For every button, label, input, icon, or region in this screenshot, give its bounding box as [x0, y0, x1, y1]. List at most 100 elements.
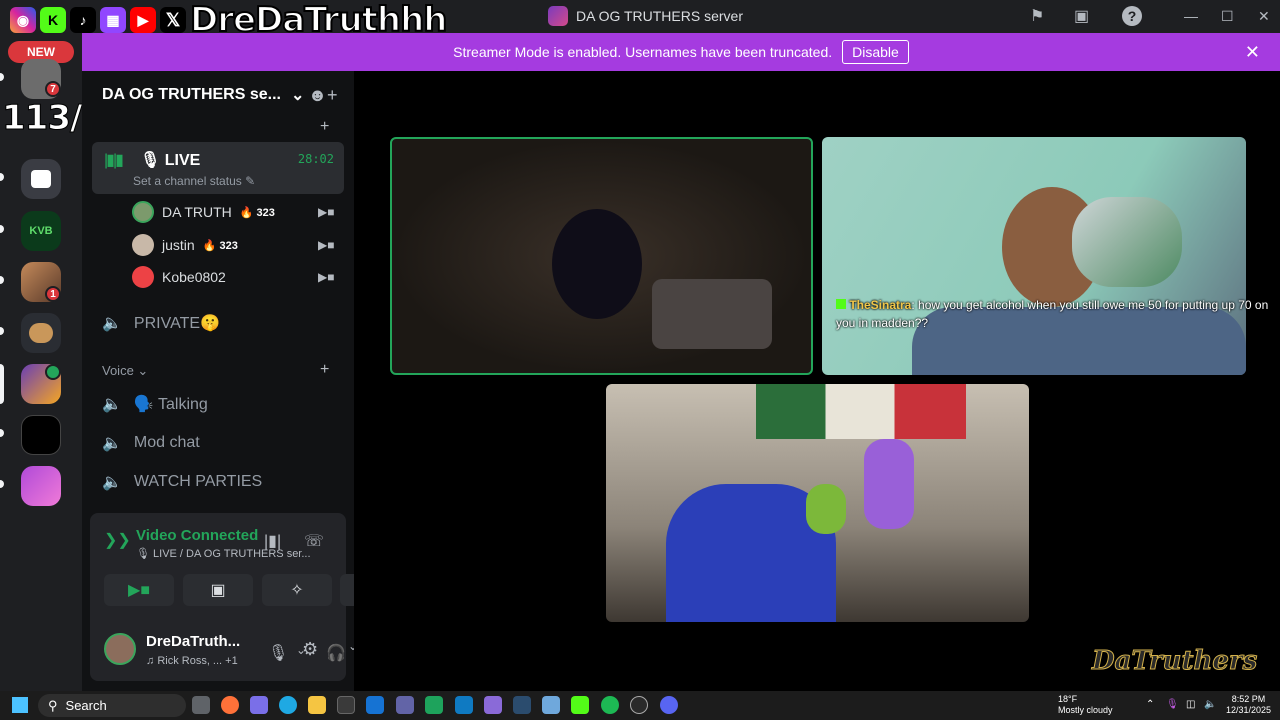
notes-icon[interactable]	[484, 696, 502, 714]
copilot-icon[interactable]	[250, 696, 268, 714]
server-name-header[interactable]: DA OG TRUTHERS se... ⌄	[102, 85, 304, 105]
activities-button[interactable]: ✧	[262, 574, 332, 606]
add-channel-icon[interactable]: +	[320, 118, 329, 136]
video-badge	[45, 364, 61, 380]
kick-app-icon[interactable]	[571, 696, 589, 714]
server-icon-5[interactable]	[21, 313, 61, 353]
selected-pip	[0, 364, 4, 404]
member-name: DA TRUTH	[162, 204, 232, 220]
photos-icon[interactable]	[542, 696, 560, 714]
twitch-icon: ▦	[100, 7, 126, 33]
spotify-icon[interactable]	[601, 696, 619, 714]
signal-icon[interactable]: ❯❯	[104, 530, 131, 554]
streamer-mode-banner: Streamer Mode is enabled. Usernames have…	[82, 33, 1280, 71]
app-icon[interactable]	[513, 696, 531, 714]
channel-talking[interactable]: 🔈 🗣️ Talking	[102, 394, 208, 414]
clock-time: 8:52 PM	[1231, 694, 1266, 704]
voice-category[interactable]: Voice ⌄	[102, 363, 148, 379]
microphone-icon[interactable]: 🎙	[268, 643, 288, 663]
unread-pip	[0, 173, 4, 181]
x-icon: 𝕏	[160, 7, 186, 33]
invite-people-icon[interactable]: ☻+	[308, 85, 337, 106]
teams-icon[interactable]	[396, 696, 414, 714]
avatar	[132, 234, 154, 256]
server-icon-phantoms[interactable]	[21, 415, 61, 455]
task-view-icon[interactable]	[192, 696, 210, 714]
close-icon[interactable]: ✕	[1245, 42, 1260, 63]
bed-shape	[652, 279, 772, 349]
streak-badge: 🔥 323	[202, 239, 238, 252]
tray-chevron-icon[interactable]: ⌃	[1146, 699, 1154, 710]
weather-widget[interactable]: 18°F Mostly cloudy	[1058, 694, 1113, 716]
unread-pip	[0, 73, 4, 81]
taskbar-search[interactable]: ⚲ Search	[38, 694, 186, 717]
video-tile-3[interactable]	[606, 384, 1029, 622]
channel-mod-chat[interactable]: 🔈 Mod chat	[102, 433, 200, 453]
maximize-icon[interactable]: ☐	[1221, 8, 1234, 25]
inbox-icon[interactable]: ▣	[1074, 6, 1089, 26]
app-icon[interactable]	[455, 696, 473, 714]
file-explorer-icon[interactable]	[308, 696, 326, 714]
set-status[interactable]: Set a channel status ✎	[133, 174, 255, 188]
user-avatar[interactable]	[104, 633, 136, 665]
screen-share-button[interactable]: ▣	[183, 574, 253, 606]
windows-taskbar: ⚲ Search 18°F Mostly cloudy ⌃ 🎙 ◫ 🔈 8:52…	[0, 691, 1280, 720]
plush-shape	[806, 484, 846, 534]
channel-name: WATCH PARTIES	[133, 473, 263, 490]
connection-channel: 🎙 LIVE / DA OG TRUTHERS ser...	[136, 548, 311, 560]
flag-icon[interactable]: ⚑	[1030, 6, 1044, 26]
close-window-icon[interactable]: ✕	[1258, 8, 1270, 25]
firefox-icon[interactable]	[221, 696, 239, 714]
taskbar-clock[interactable]: 8:52 PM 12/31/2025	[1226, 694, 1271, 716]
speaker-icon: 🔈	[102, 474, 122, 491]
window-title-text: DA OG TRUTHERS server	[576, 8, 743, 24]
discord-avatar-icon	[132, 266, 154, 288]
server-icon-dice[interactable]	[21, 159, 61, 199]
channel-private[interactable]: 🔈 PRIVATE🤫	[102, 313, 220, 333]
network-icon[interactable]: ◫	[1186, 699, 1195, 710]
channel-name: PRIVATE🤫	[133, 315, 220, 332]
video-tile-2[interactable]	[822, 137, 1246, 375]
store-icon[interactable]	[337, 696, 355, 714]
user-name[interactable]: DreDaTruth...	[146, 633, 240, 650]
avatar	[132, 201, 154, 223]
voice-member[interactable]: DA TRUTH 🔥 323	[132, 201, 275, 223]
mic-tray-icon[interactable]: 🎙	[1166, 699, 1179, 710]
video-tile-1[interactable]	[390, 137, 813, 375]
flag-shape	[756, 384, 966, 439]
disconnect-icon[interactable]: ☏	[304, 531, 324, 551]
unread-pip	[0, 327, 4, 335]
server-icon	[548, 6, 568, 26]
channel-watch-parties[interactable]: 🔈 WATCH PARTIES	[102, 472, 262, 492]
screen-share-icon: ▣	[210, 582, 226, 599]
windows-start-icon[interactable]	[12, 697, 28, 713]
volume-icon[interactable]: 🔈	[1204, 699, 1216, 710]
server-icon-kvb[interactable]: KVB	[21, 211, 61, 251]
search-label: Search	[65, 698, 107, 713]
unread-badge: 1	[45, 286, 61, 302]
camera-button[interactable]: ▶■	[104, 574, 174, 606]
help-icon[interactable]: ?	[1122, 6, 1142, 26]
camera-icon: ▶■	[318, 238, 335, 252]
obs-icon[interactable]	[630, 696, 648, 714]
live-voice-channel[interactable]: |▮|▮ 🎙 LIVE 28:02 Set a channel status ✎	[92, 142, 344, 194]
add-voice-channel-icon[interactable]: +	[320, 361, 329, 379]
search-icon: ⚲	[48, 697, 58, 713]
outlook-icon[interactable]	[366, 696, 384, 714]
settings-gear-icon[interactable]: ⚙	[302, 639, 318, 660]
connection-status[interactable]: Video Connected	[136, 527, 258, 544]
disable-streamer-mode-button[interactable]: Disable	[842, 40, 909, 64]
headphones-icon[interactable]: 🎧	[326, 643, 346, 663]
voice-member[interactable]: Kobe0802	[132, 266, 226, 288]
green-app-icon[interactable]	[425, 696, 443, 714]
noise-suppression-icon[interactable]: |▮|	[264, 531, 281, 551]
minimize-icon[interactable]: —	[1184, 8, 1198, 24]
speaker-icon: 🔈	[102, 315, 122, 332]
edge-icon[interactable]	[279, 696, 297, 714]
voice-member[interactable]: justin 🔥 323	[132, 234, 238, 256]
discord-icon[interactable]	[660, 696, 678, 714]
banner-message: Streamer Mode is enabled. Usernames have…	[453, 44, 833, 60]
streak-badge: 🔥 323	[239, 206, 275, 219]
server-icon-8[interactable]	[21, 466, 61, 506]
camera-icon: ▶■	[318, 205, 335, 219]
